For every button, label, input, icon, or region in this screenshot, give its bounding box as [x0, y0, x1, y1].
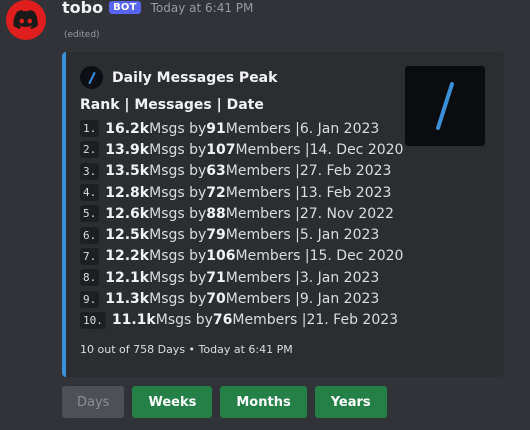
message-count: 12.1k — [105, 269, 150, 286]
member-count: 91 — [206, 120, 226, 137]
member-count: 107 — [206, 141, 236, 158]
members-label: Members | — [225, 291, 300, 308]
years-button[interactable]: Years — [314, 386, 387, 418]
ranking-row: 8. 12.1k Msgs by 71 Members | 3. Jan 2023 — [80, 267, 403, 288]
embed-title: Rank | Messages | Date — [80, 97, 264, 113]
members-label: Members | — [225, 269, 300, 286]
message-count: 12.8k — [105, 184, 150, 201]
rank-number: 3. — [80, 162, 100, 180]
ranking-row: 4. 12.8k Msgs by 72 Members | 13. Feb 202… — [80, 182, 403, 203]
member-count: 106 — [206, 248, 236, 265]
rank-number: 9. — [80, 290, 100, 308]
bot-tag: BOT — [109, 1, 141, 14]
msgs-by-label: Msgs by — [149, 269, 207, 286]
member-count: 88 — [206, 205, 226, 222]
embed-author-name: Daily Messages Peak — [112, 69, 278, 86]
member-count: 76 — [212, 312, 233, 329]
members-label: Members | — [225, 120, 300, 137]
message-count: 12.6k — [105, 205, 150, 222]
msgs-by-label: Msgs by — [149, 248, 207, 265]
members-label: Members | — [235, 141, 310, 158]
rank-number: 8. — [80, 269, 100, 287]
rank-number: 10. — [80, 311, 106, 329]
ranking-row: 7. 12.2k Msgs by 106 Members | 15. Dec 20… — [80, 246, 403, 267]
members-label: Members | — [225, 205, 300, 222]
message-count: 13.5k — [105, 163, 150, 180]
msgs-by-label: Msgs by — [149, 291, 207, 308]
button-row: Days Weeks Months Years — [62, 386, 387, 418]
members-label: Members | — [225, 184, 300, 201]
message-count: 11.3k — [105, 291, 150, 308]
msgs-by-label: Msgs by — [149, 120, 207, 137]
row-date: 27. Feb 2023 — [299, 163, 392, 180]
row-date: 9. Jan 2023 — [299, 291, 380, 308]
msgs-by-label: Msgs by — [149, 141, 207, 158]
weeks-button[interactable]: Weeks — [132, 386, 213, 418]
embed-author: Daily Messages Peak — [80, 66, 277, 89]
ranking-row: 9. 11.3k Msgs by 70 Members | 9. Jan 2023 — [80, 288, 403, 309]
row-date: 13. Feb 2023 — [299, 184, 392, 201]
members-label: Members | — [225, 227, 300, 244]
row-date: 3. Jan 2023 — [299, 269, 380, 286]
ranking-row: 6. 12.5k Msgs by 79 Members | 5. Jan 2023 — [80, 224, 403, 245]
ranking-row: 5. 12.6k Msgs by 88 Members | 27. Nov 202… — [80, 203, 403, 224]
ranking-row: 2. 13.9k Msgs by 107 Members | 14. Dec 20… — [80, 139, 403, 160]
members-label: Members | — [232, 312, 307, 329]
row-date: 27. Nov 2022 — [299, 205, 394, 222]
member-count: 72 — [206, 184, 226, 201]
message-count: 11.1k — [111, 312, 156, 329]
message-timestamp: Today at 6:41 PM — [150, 0, 254, 15]
slash-icon — [80, 66, 103, 89]
message-count: 12.5k — [105, 227, 150, 244]
msgs-by-label: Msgs by — [155, 312, 213, 329]
rank-number: 4. — [80, 184, 100, 202]
username[interactable]: tobo — [62, 0, 103, 17]
row-date: 21. Feb 2023 — [306, 312, 399, 329]
members-label: Members | — [225, 163, 300, 180]
msgs-by-label: Msgs by — [149, 163, 207, 180]
row-date: 5. Jan 2023 — [299, 227, 380, 244]
member-count: 70 — [206, 291, 226, 308]
members-label: Members | — [235, 248, 310, 265]
message-count: 13.9k — [105, 141, 150, 158]
msgs-by-label: Msgs by — [149, 184, 207, 201]
months-button[interactable]: Months — [220, 386, 307, 418]
days-button[interactable]: Days — [62, 386, 125, 418]
ranking-list: 1. 16.2k Msgs by 91 Members | 6. Jan 2023… — [80, 118, 403, 331]
rank-number: 2. — [80, 141, 100, 159]
row-date: 14. Dec 2020 — [309, 141, 404, 158]
rank-number: 6. — [80, 226, 100, 244]
row-date: 15. Dec 2020 — [309, 248, 404, 265]
rank-number: 7. — [80, 247, 100, 265]
member-count: 71 — [206, 269, 226, 286]
row-date: 6. Jan 2023 — [299, 120, 380, 137]
msgs-by-label: Msgs by — [149, 205, 207, 222]
message-count: 12.2k — [105, 248, 150, 265]
message-header: tobo BOT Today at 6:41 PM — [62, 0, 253, 17]
ranking-row: 1. 16.2k Msgs by 91 Members | 6. Jan 2023 — [80, 118, 403, 139]
msgs-by-label: Msgs by — [149, 227, 207, 244]
rank-number: 1. — [80, 120, 100, 138]
edited-label: (edited) — [64, 30, 100, 40]
message-count: 16.2k — [105, 120, 150, 137]
embed-thumbnail[interactable] — [405, 66, 485, 146]
ranking-row: 3. 13.5k Msgs by 63 Members | 27. Feb 202… — [80, 161, 403, 182]
discord-logo-icon — [13, 10, 38, 29]
member-count: 79 — [206, 227, 226, 244]
embed-card: Daily Messages Peak Rank | Messages | Da… — [62, 52, 504, 377]
rank-number: 5. — [80, 205, 100, 223]
ranking-row: 10. 11.1k Msgs by 76 Members | 21. Feb 20… — [80, 310, 403, 331]
embed-footer: 10 out of 758 Days • Today at 6:41 PM — [80, 343, 293, 356]
bot-avatar[interactable] — [6, 0, 46, 40]
slash-icon — [436, 82, 454, 130]
member-count: 63 — [206, 163, 226, 180]
